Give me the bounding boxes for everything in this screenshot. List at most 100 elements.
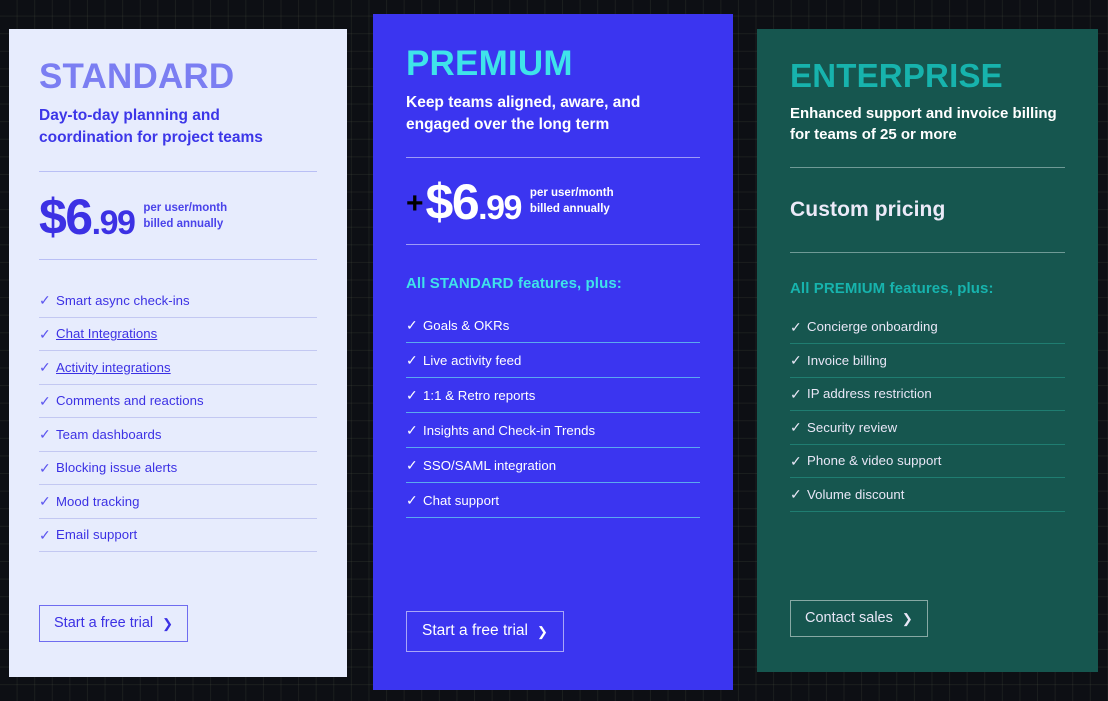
feature-label: Chat support [423, 492, 500, 508]
custom-pricing-block: Custom pricing [790, 198, 1065, 222]
feature-label: Email support [56, 527, 138, 543]
divider-bottom-premium [406, 244, 700, 245]
start-free-trial-button-standard[interactable]: Start a free trial ❯ [39, 605, 189, 642]
contact-sales-button[interactable]: Contact sales ❯ [790, 600, 928, 637]
cta-wrapper-premium: Start a free trial ❯ [406, 611, 700, 652]
list-item: ✓ 1:1 & Retro reports [406, 378, 700, 413]
divider-top-premium [406, 157, 700, 158]
section-heading-premium: All STANDARD features, plus: [406, 275, 622, 292]
price-dollars-standard: $6 [39, 189, 93, 245]
list-item: ✓ Mood tracking [39, 485, 317, 519]
check-icon: ✓ [39, 493, 51, 510]
check-icon: ✓ [39, 459, 51, 476]
check-icon: ✓ [39, 359, 51, 376]
feature-label: Team dashboards [56, 426, 162, 442]
check-icon: ✓ [406, 352, 418, 368]
feature-label: Concierge onboarding [807, 319, 938, 335]
feature-label: Smart async check-ins [56, 292, 190, 308]
check-icon: ✓ [790, 352, 802, 369]
chevron-right-icon: ❯ [901, 610, 913, 626]
divider-bottom-standard [39, 259, 317, 260]
plan-description-enterprise: Enhanced support and invoice billing for… [790, 105, 1057, 144]
feature-list-premium: ✓ Goals & OKRs ✓ Live activity feed ✓ 1:… [406, 308, 700, 518]
plan-title-premium: PREMIUM [406, 44, 573, 83]
price-prefix-premium: + [406, 187, 424, 220]
list-item: ✓ Email support [39, 519, 317, 552]
check-icon: ✓ [790, 452, 802, 469]
pricing-card-standard: STANDARD Day-to-day planning and coordin… [9, 29, 347, 677]
check-icon: ✓ [39, 426, 51, 443]
check-icon: ✓ [790, 419, 802, 436]
check-icon: ✓ [39, 325, 51, 342]
price-dollars-premium: $6 [425, 174, 480, 230]
feature-label: Volume discount [807, 486, 905, 502]
feature-label: Comments and reactions [56, 393, 204, 409]
check-icon: ✓ [790, 318, 802, 335]
list-item: ✓ Blocking issue alerts [39, 452, 317, 485]
price-amount-standard: $6.99 [39, 189, 136, 245]
check-icon: ✓ [406, 457, 418, 473]
feature-label: Insights and Check-in Trends [423, 422, 596, 438]
list-item: ✓ Chat Integrations [39, 318, 317, 351]
feature-label: IP address restriction [807, 386, 932, 402]
price-note-premium: per user/month billed annually [529, 186, 614, 216]
list-item: ✓ Invoice billing [790, 344, 1065, 378]
custom-pricing-label: Custom pricing [790, 197, 946, 221]
price-block-standard: $6.99 per user/month billed annually [39, 189, 317, 245]
feature-label: 1:1 & Retro reports [423, 387, 536, 403]
feature-label: Blocking issue alerts [56, 460, 178, 476]
feature-label-link[interactable]: Chat Integrations [56, 326, 157, 341]
list-item: ✓ Insights and Check-in Trends [406, 413, 700, 448]
cta-wrapper-standard: Start a free trial ❯ [39, 605, 317, 642]
list-item: ✓ Volume discount [790, 478, 1065, 512]
list-item: ✓ Phone & video support [790, 445, 1065, 479]
feature-list-standard: ✓ Smart async check-ins ✓ Chat Integrati… [39, 284, 317, 552]
plan-title-standard: STANDARD [39, 57, 235, 96]
price-amount-premium: $6.99 [425, 174, 523, 230]
price-cents-standard: .99 [91, 204, 136, 242]
plan-description-premium: Keep teams aligned, aware, and engaged o… [406, 94, 641, 133]
pricing-card-enterprise: ENTERPRISE Enhanced support and invoice … [757, 29, 1098, 672]
check-icon: ✓ [790, 385, 802, 402]
list-item: ✓ Team dashboards [39, 418, 317, 452]
cta-wrapper-enterprise: Contact sales ❯ [790, 600, 1065, 637]
pricing-card-premium: PREMIUM Keep teams aligned, aware, and e… [373, 14, 733, 690]
plan-description-standard: Day-to-day planning and coordination for… [39, 107, 263, 146]
plan-title-enterprise: ENTERPRISE [790, 57, 1003, 94]
feature-list-enterprise: ✓ Concierge onboarding ✓ Invoice billing… [790, 311, 1065, 512]
feature-label: Mood tracking [56, 493, 140, 509]
chevron-right-icon: ❯ [162, 615, 174, 631]
list-item: ✓ Comments and reactions [39, 385, 317, 418]
divider-bottom-enterprise [790, 251, 1065, 253]
start-free-trial-button-premium[interactable]: Start a free trial ❯ [406, 611, 564, 652]
check-icon: ✓ [406, 422, 418, 438]
list-item: ✓ Goals & OKRs [406, 308, 700, 343]
check-icon: ✓ [406, 492, 418, 508]
list-item: ✓ Security review [790, 411, 1065, 445]
divider-top-standard [39, 171, 317, 172]
feature-label: Phone & video support [807, 453, 942, 469]
cta-label: Contact sales [805, 610, 893, 626]
section-heading-enterprise: All PREMIUM features, plus: [790, 279, 994, 297]
check-icon: ✓ [406, 317, 418, 333]
list-item: ✓ SSO/SAML integration [406, 448, 700, 483]
chevron-right-icon: ❯ [536, 623, 548, 639]
feature-label: Invoice billing [807, 352, 887, 368]
check-icon: ✓ [39, 526, 51, 543]
list-item: ✓ Chat support [406, 483, 700, 518]
check-icon: ✓ [39, 392, 51, 409]
list-item: ✓ IP address restriction [790, 378, 1065, 412]
feature-label: Goals & OKRs [423, 317, 510, 333]
list-item: ✓ Smart async check-ins [39, 284, 317, 318]
check-icon: ✓ [406, 387, 418, 403]
divider-top-enterprise [790, 166, 1065, 168]
list-item: ✓ Concierge onboarding [790, 311, 1065, 345]
price-note-standard: per user/month billed annually [143, 201, 228, 231]
list-item: ✓ Live activity feed [406, 343, 700, 378]
feature-label: SSO/SAML integration [423, 457, 557, 473]
cta-label: Start a free trial [54, 615, 154, 631]
feature-label: Security review [807, 419, 898, 435]
check-icon: ✓ [790, 486, 802, 503]
feature-label-link[interactable]: Activity integrations [56, 360, 171, 375]
check-icon: ✓ [39, 292, 51, 309]
